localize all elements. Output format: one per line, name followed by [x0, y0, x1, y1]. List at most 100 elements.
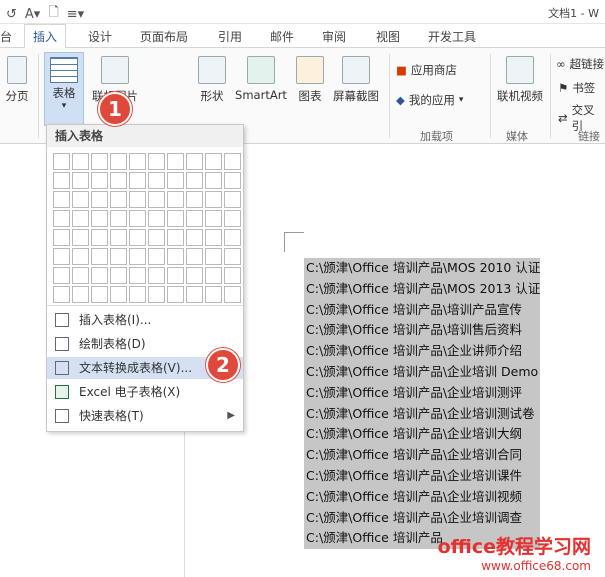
table-grid-cell[interactable]: [205, 248, 222, 265]
table-grid-cell[interactable]: [129, 153, 146, 170]
table-grid-cell[interactable]: [224, 267, 241, 284]
table-grid-cell[interactable]: [91, 286, 108, 303]
table-grid-cell[interactable]: [148, 210, 165, 227]
table-grid-cell[interactable]: [110, 229, 127, 246]
table-grid-cell[interactable]: [148, 248, 165, 265]
table-grid-cell[interactable]: [53, 210, 70, 227]
table-grid-cell[interactable]: [167, 248, 184, 265]
table-grid-cell[interactable]: [110, 153, 127, 170]
tab-view[interactable]: 视图: [376, 28, 400, 45]
table-grid-cell[interactable]: [129, 286, 146, 303]
page-break-button[interactable]: 分页: [2, 56, 32, 104]
table-grid-cell[interactable]: [148, 286, 165, 303]
table-grid-cell[interactable]: [129, 229, 146, 246]
table-grid-cell[interactable]: [167, 210, 184, 227]
table-grid-cell[interactable]: [224, 229, 241, 246]
table-grid-cell[interactable]: [167, 191, 184, 208]
document-text[interactable]: C:\颁津\Office 培训产品\MOS 2010 认证 C:\颁津\Offic…: [304, 258, 541, 550]
table-grid-cell[interactable]: [91, 210, 108, 227]
table-grid-cell[interactable]: [224, 248, 241, 265]
table-grid-cell[interactable]: [148, 172, 165, 189]
bookmark-button[interactable]: ⚑ 书签: [558, 80, 595, 96]
table-grid-cell[interactable]: [167, 153, 184, 170]
table-grid-cell[interactable]: [186, 267, 203, 284]
smartart-button[interactable]: SmartArt: [232, 56, 290, 102]
table-grid-cell[interactable]: [91, 229, 108, 246]
table-grid-cell[interactable]: [129, 210, 146, 227]
table-grid-cell[interactable]: [91, 267, 108, 284]
table-grid-cell[interactable]: [224, 191, 241, 208]
table-grid-cell[interactable]: [72, 153, 89, 170]
table-grid-cell[interactable]: [53, 267, 70, 284]
table-grid-cell[interactable]: [129, 191, 146, 208]
my-apps-button[interactable]: ◆ 我的应用 ▾: [396, 92, 463, 108]
table-grid-cell[interactable]: [205, 172, 222, 189]
table-grid-cell[interactable]: [91, 248, 108, 265]
table-grid-cell[interactable]: [167, 229, 184, 246]
tab-insert[interactable]: 插入: [24, 24, 67, 49]
tab-design[interactable]: 设计: [88, 28, 112, 45]
table-grid-cell[interactable]: [72, 267, 89, 284]
table-grid-cell[interactable]: [186, 191, 203, 208]
table-grid-cell[interactable]: [53, 153, 70, 170]
table-grid-cell[interactable]: [72, 286, 89, 303]
tab-developer[interactable]: 开发工具: [428, 28, 476, 45]
table-grid-cell[interactable]: [205, 286, 222, 303]
table-grid-cell[interactable]: [110, 172, 127, 189]
table-grid-cell[interactable]: [205, 210, 222, 227]
table-grid-cell[interactable]: [148, 153, 165, 170]
table-grid-cell[interactable]: [205, 191, 222, 208]
table-grid-cell[interactable]: [72, 248, 89, 265]
table-grid-cell[interactable]: [224, 286, 241, 303]
table-grid-cell[interactable]: [148, 229, 165, 246]
menu-item-excel-spreadsheet[interactable]: Excel 电子表格(X): [47, 381, 243, 403]
table-grid-cell[interactable]: [129, 248, 146, 265]
table-grid-cell[interactable]: [148, 267, 165, 284]
tab-references[interactable]: 引用: [218, 28, 242, 45]
table-grid-cell[interactable]: [186, 172, 203, 189]
table-grid-cell[interactable]: [72, 229, 89, 246]
table-grid-cell[interactable]: [167, 172, 184, 189]
tab-review[interactable]: 审阅: [322, 28, 346, 45]
tab-home[interactable]: 台: [0, 28, 12, 45]
menu-item-insert-table[interactable]: 插入表格(I)...: [47, 309, 243, 331]
table-grid-cell[interactable]: [186, 153, 203, 170]
table-grid-cell[interactable]: [53, 191, 70, 208]
table-grid-cell[interactable]: [205, 153, 222, 170]
table-grid-cell[interactable]: [91, 153, 108, 170]
shapes-button[interactable]: 形状: [196, 56, 228, 104]
customize-icon[interactable]: ≡▾: [67, 7, 84, 22]
table-grid-cell[interactable]: [205, 229, 222, 246]
table-grid-cell[interactable]: [205, 267, 222, 284]
table-grid-cell[interactable]: [129, 267, 146, 284]
menu-item-quick-tables[interactable]: 快速表格(T) ▶: [47, 405, 243, 427]
table-grid-cell[interactable]: [110, 191, 127, 208]
hyperlink-button[interactable]: ∞ 超链接: [556, 56, 604, 72]
table-grid-cell[interactable]: [72, 191, 89, 208]
tab-layout[interactable]: 页面布局: [140, 28, 188, 45]
table-grid-cell[interactable]: [224, 210, 241, 227]
table-grid-cell[interactable]: [167, 267, 184, 284]
table-grid-cell[interactable]: [224, 153, 241, 170]
table-grid-cell[interactable]: [72, 210, 89, 227]
table-grid-cell[interactable]: [186, 286, 203, 303]
tab-mailings[interactable]: 邮件: [270, 28, 294, 45]
table-button[interactable]: 表格 ▾: [44, 52, 84, 126]
table-grid-cell[interactable]: [186, 210, 203, 227]
new-doc-icon[interactable]: 🗋: [48, 3, 58, 25]
online-video-button[interactable]: 联机视频: [494, 56, 546, 104]
table-grid-cell[interactable]: [186, 229, 203, 246]
table-grid-picker[interactable]: [53, 153, 241, 303]
table-grid-cell[interactable]: [91, 191, 108, 208]
table-grid-cell[interactable]: [110, 267, 127, 284]
table-grid-cell[interactable]: [148, 191, 165, 208]
table-grid-cell[interactable]: [110, 248, 127, 265]
table-grid-cell[interactable]: [53, 229, 70, 246]
chart-button[interactable]: 图表: [295, 56, 325, 104]
table-grid-cell[interactable]: [53, 248, 70, 265]
screenshot-button[interactable]: 屏幕截图: [330, 56, 382, 104]
font-color-icon[interactable]: A▾: [25, 7, 40, 22]
table-grid-cell[interactable]: [129, 172, 146, 189]
store-button[interactable]: ■ 应用商店: [396, 62, 457, 78]
table-grid-cell[interactable]: [167, 286, 184, 303]
